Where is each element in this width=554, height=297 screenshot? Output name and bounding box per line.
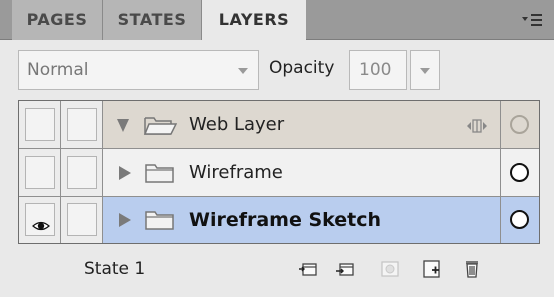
lock-toggle[interactable]: [61, 101, 103, 148]
new-layer-icon[interactable]: [335, 259, 355, 279]
visibility-toggle[interactable]: [19, 101, 61, 148]
opacity-label: Opacity: [269, 58, 335, 78]
target-circle-icon[interactable]: [510, 115, 529, 134]
chevron-down-icon: [420, 68, 430, 74]
panel-tab-bar: PAGES STATES LAYERS: [0, 0, 554, 41]
layer-name: Wireframe: [189, 162, 283, 183]
layer-main-cell[interactable]: Wireframe: [103, 149, 501, 196]
blend-mode-value: Normal: [27, 60, 89, 80]
layer-name: Wireframe Sketch: [189, 209, 382, 231]
tab-layers[interactable]: LAYERS: [202, 0, 306, 41]
lock-toggle[interactable]: [61, 149, 103, 196]
new-sublayer-icon[interactable]: [298, 259, 318, 279]
expand-triangle-down-icon[interactable]: [117, 119, 129, 132]
target-circle-icon[interactable]: [510, 210, 529, 229]
eye-icon: [32, 216, 50, 235]
tab-states[interactable]: STATES: [103, 0, 202, 40]
move-handle-icon[interactable]: [466, 118, 488, 138]
layer-name: Web Layer: [189, 114, 285, 135]
tab-pages[interactable]: PAGES: [12, 0, 103, 40]
visibility-toggle[interactable]: [19, 149, 61, 196]
target-cell[interactable]: [501, 101, 539, 148]
duplicate-layer-icon[interactable]: [422, 259, 442, 279]
delete-icon[interactable]: [462, 259, 482, 279]
folder-icon: [143, 209, 177, 235]
expand-triangle-right-icon[interactable]: [119, 213, 131, 227]
blend-mode-dropdown[interactable]: Normal: [18, 50, 259, 90]
layer-main-cell[interactable]: Web Layer: [103, 101, 501, 148]
visibility-toggle[interactable]: [19, 197, 61, 243]
panel-menu-icon[interactable]: [522, 11, 544, 29]
lock-toggle[interactable]: [61, 197, 103, 243]
layer-row-web-layer[interactable]: Web Layer: [19, 101, 539, 149]
layer-row-wireframe-sketch[interactable]: Wireframe Sketch: [19, 197, 539, 243]
target-cell[interactable]: [501, 197, 539, 243]
chevron-down-icon: [238, 68, 248, 74]
opacity-dropdown-button[interactable]: [410, 50, 440, 90]
add-mask-icon[interactable]: [380, 259, 400, 279]
folder-open-icon: [143, 114, 178, 140]
expand-triangle-right-icon[interactable]: [119, 166, 131, 180]
layer-row-wireframe[interactable]: Wireframe: [19, 149, 539, 197]
state-label: State 1: [84, 259, 146, 279]
target-cell[interactable]: [501, 149, 539, 196]
layers-list: Web Layer Wireframe Wireframe Sketch: [18, 100, 540, 244]
layer-main-cell[interactable]: Wireframe Sketch: [103, 197, 501, 243]
target-circle-icon[interactable]: [510, 163, 529, 182]
folder-icon: [143, 162, 177, 188]
opacity-input[interactable]: 100: [349, 50, 407, 90]
